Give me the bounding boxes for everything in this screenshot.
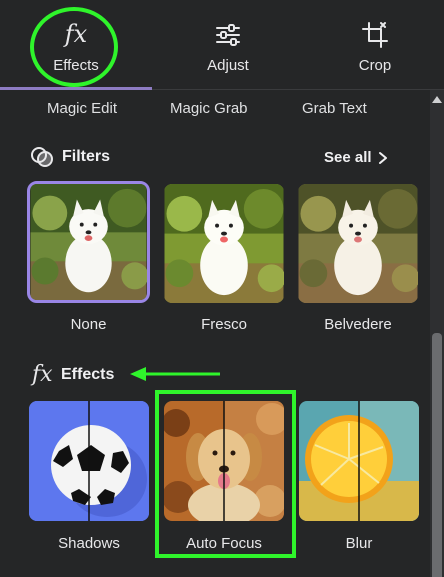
scrollbar-thumb[interactable] (432, 333, 442, 577)
effects-fx-icon: fx (32, 362, 53, 387)
crop-icon (362, 22, 388, 48)
effects-title: Effects (61, 366, 115, 383)
tab-adjust-label: Adjust (207, 57, 249, 74)
effect-auto-focus-label: Auto Focus (186, 535, 262, 552)
filter-fresco-label: Fresco (201, 316, 247, 333)
magic-edit-button[interactable]: Magic Edit (47, 100, 117, 117)
dog-photo-image (164, 184, 284, 303)
active-tab-indicator (0, 87, 152, 90)
see-all-link[interactable]: See all (324, 149, 372, 166)
tab-crop[interactable]: Crop (300, 0, 444, 88)
dog-photo-image (30, 184, 147, 300)
filter-fresco-thumbnail[interactable] (164, 184, 284, 303)
filter-none-thumbnail[interactable] (27, 181, 150, 303)
effect-blur-label: Blur (345, 535, 373, 552)
annotation-rectangle (155, 390, 296, 558)
scroll-up-arrow-icon[interactable] (432, 96, 442, 103)
orange-slice-image (299, 401, 419, 521)
filter-belvedere-thumbnail[interactable] (298, 184, 418, 303)
filters-title: Filters (62, 148, 111, 165)
filters-icon (31, 147, 53, 167)
effect-shadows-thumbnail[interactable] (29, 401, 149, 521)
tab-adjust[interactable]: Adjust (152, 0, 304, 88)
filter-none-label: None (70, 316, 107, 333)
effect-blur-thumbnail[interactable] (299, 401, 419, 521)
dog-photo-image (298, 184, 418, 303)
grab-text-button[interactable]: Grab Text (302, 100, 367, 117)
annotation-circle (30, 7, 118, 87)
magic-grab-button[interactable]: Magic Grab (170, 100, 248, 117)
tab-crop-label: Crop (358, 57, 392, 74)
tab-divider (152, 89, 444, 90)
chevron-right-icon[interactable] (378, 151, 388, 165)
annotation-arrow (130, 367, 220, 381)
soccer-ball-image (29, 401, 149, 521)
filter-belvedere-label: Belvedere (324, 316, 392, 333)
effect-shadows-label: Shadows (58, 535, 120, 552)
sliders-icon (216, 24, 240, 46)
